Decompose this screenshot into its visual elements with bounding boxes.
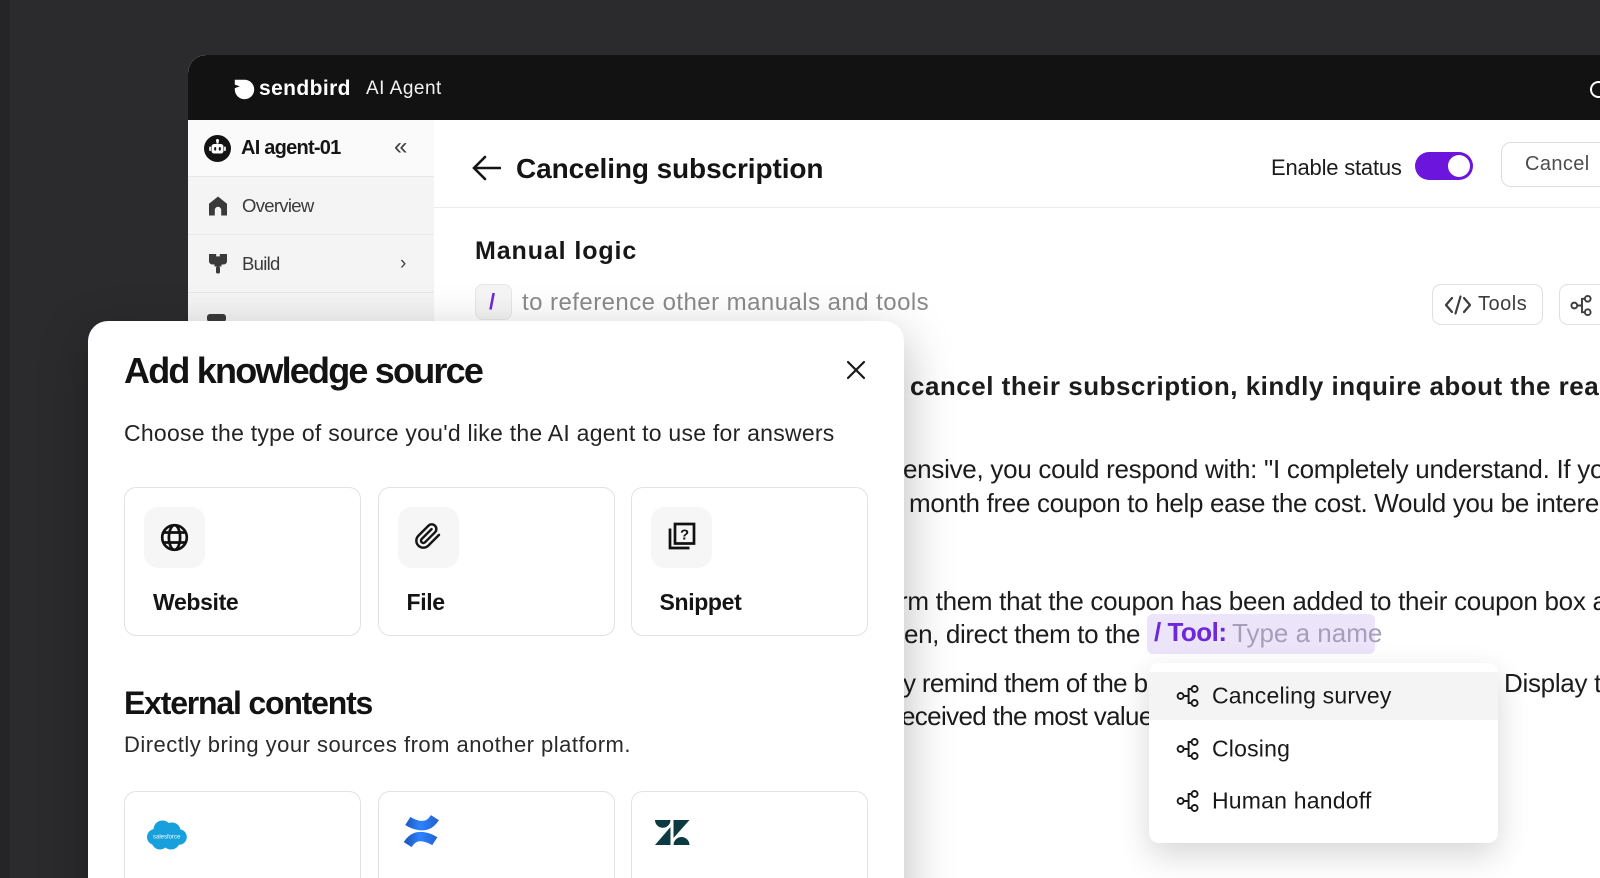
svg-text:salesforce: salesforce bbox=[153, 835, 181, 841]
svg-text:?: ? bbox=[680, 527, 689, 544]
